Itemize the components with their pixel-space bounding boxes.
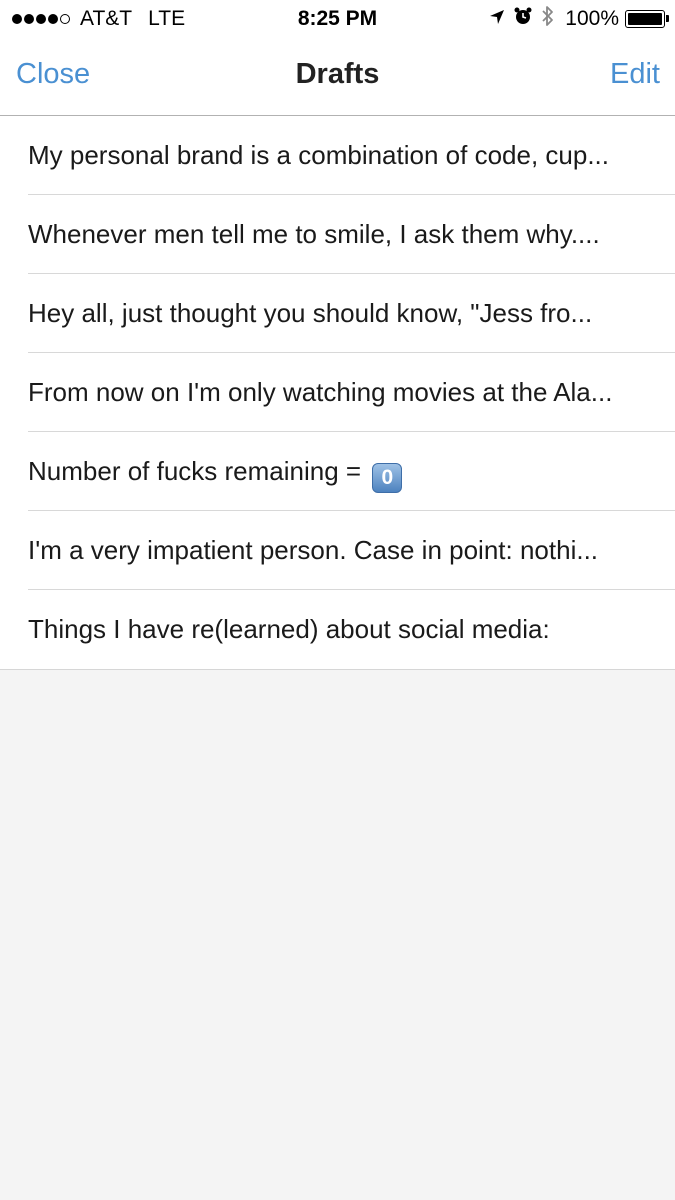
draft-text: I'm a very impatient person. Case in poi… xyxy=(28,535,599,565)
draft-row[interactable]: I'm a very impatient person. Case in poi… xyxy=(0,511,675,590)
edit-button[interactable]: Edit xyxy=(610,58,660,91)
status-bar: AT&T LTE 8:25 PM 100% xyxy=(0,0,675,38)
draft-row[interactable]: Hey all, just thought you should know, "… xyxy=(0,274,675,353)
battery-icon xyxy=(625,10,669,28)
bluetooth-icon xyxy=(541,5,555,33)
draft-text: From now on I'm only watching movies at … xyxy=(28,377,613,407)
draft-text: My personal brand is a combination of co… xyxy=(28,140,609,170)
alarm-clock-icon xyxy=(513,6,533,32)
draft-row[interactable]: Number of fucks remaining = 0 xyxy=(0,432,675,511)
draft-text: Hey all, just thought you should know, "… xyxy=(28,298,593,328)
draft-text: Whenever men tell me to smile, I ask the… xyxy=(28,219,600,249)
keycap-zero-emoji-icon: 0 xyxy=(372,463,403,493)
page-title: Drafts xyxy=(295,58,380,90)
location-arrow-icon xyxy=(489,7,505,31)
draft-text-wrap: Number of fucks remaining = 0 xyxy=(28,432,649,511)
draft-text: Things I have re(learned) about social m… xyxy=(28,614,550,644)
draft-text: Number of fucks remaining = xyxy=(28,456,362,486)
status-right: 100% xyxy=(481,5,669,33)
drafts-list: My personal brand is a combination of co… xyxy=(0,116,675,670)
battery-percent: 100% xyxy=(565,7,619,30)
draft-row[interactable]: From now on I'm only watching movies at … xyxy=(0,353,675,432)
navigation-bar: Close Drafts Edit xyxy=(0,38,675,116)
draft-row[interactable]: My personal brand is a combination of co… xyxy=(0,116,675,195)
draft-row[interactable]: Whenever men tell me to smile, I ask the… xyxy=(0,195,675,274)
draft-row[interactable]: Things I have re(learned) about social m… xyxy=(0,590,675,669)
